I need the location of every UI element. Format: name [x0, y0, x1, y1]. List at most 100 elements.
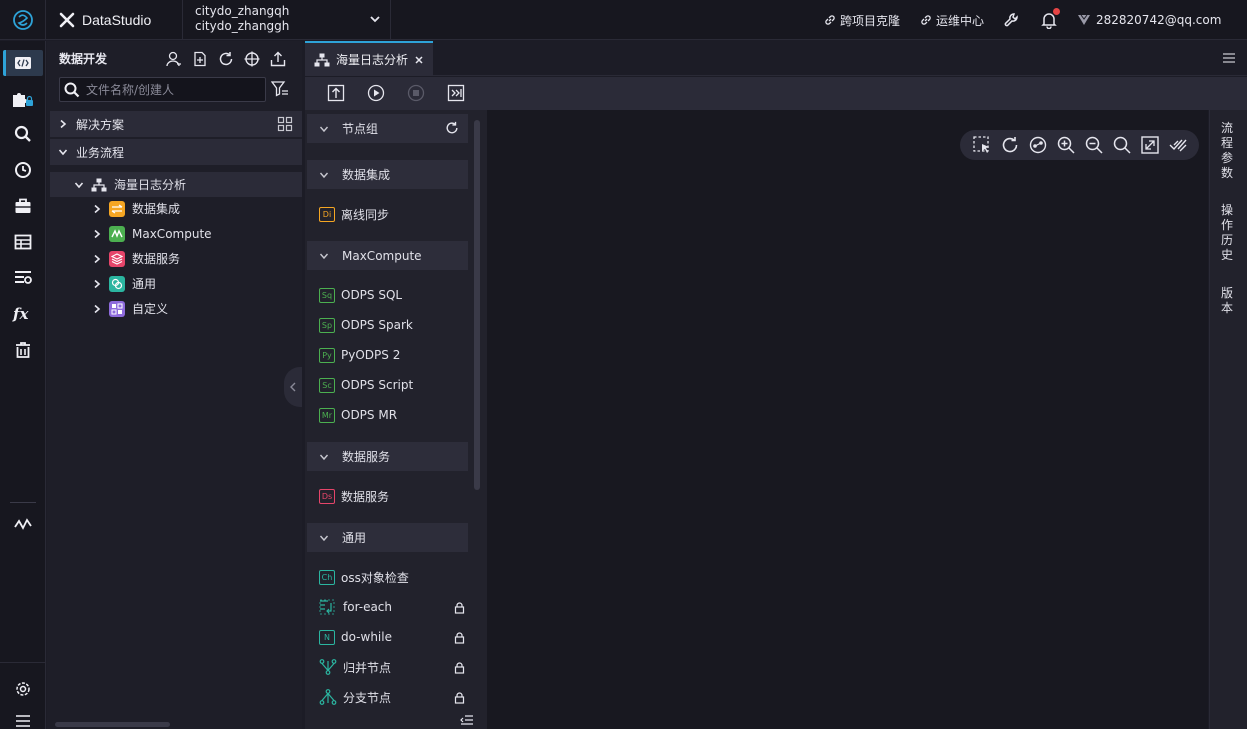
palette-section-general[interactable]: 通用	[307, 523, 468, 552]
hamburger-icon	[16, 715, 30, 727]
flow-canvas[interactable]	[487, 110, 1208, 729]
file-search-box	[59, 77, 266, 102]
tools-button[interactable]	[1003, 0, 1021, 40]
import-icon	[270, 51, 286, 67]
node-do-while[interactable]: N do-while	[319, 627, 392, 647]
palette-section-data-integration[interactable]: 数据集成	[307, 160, 468, 189]
versions-tab[interactable]: 版本	[1220, 286, 1234, 316]
zoom-out-button[interactable]	[1082, 134, 1105, 157]
notifications-button[interactable]	[1040, 0, 1058, 40]
rail-functions[interactable]: fx	[0, 298, 46, 330]
data-integration-icon	[109, 200, 125, 217]
magnifier-icon	[1113, 136, 1131, 154]
rail-search[interactable]	[0, 118, 46, 150]
zoom-reset-button[interactable]	[1110, 134, 1133, 157]
palette-scrollbar[interactable]	[474, 120, 480, 490]
rail-data-development[interactable]	[0, 47, 46, 79]
node-odps-script[interactable]: Sc ODPS Script	[319, 375, 413, 395]
rail-divider	[10, 502, 36, 503]
tree-item-general[interactable]: 通用	[50, 271, 302, 296]
group-business-flows[interactable]: 业务流程	[50, 139, 302, 165]
for-each-icon	[319, 599, 335, 615]
editor-tab-bar: 海量日志分析	[305, 41, 1247, 76]
group-solutions[interactable]: 解决方案	[50, 111, 302, 137]
rotate-button[interactable]	[998, 134, 1021, 157]
ops-center-link[interactable]: 运维中心	[920, 0, 984, 40]
chevron-down-icon	[319, 454, 329, 460]
app-brand[interactable]: DataStudio	[58, 0, 151, 40]
node-label: ODPS Spark	[341, 318, 413, 332]
rail-tables[interactable]	[0, 226, 46, 258]
tree-item-label: 通用	[132, 277, 157, 291]
rail-menu[interactable]	[0, 705, 46, 729]
rail-history[interactable]	[0, 154, 46, 186]
node-label: ODPS Script	[341, 378, 414, 392]
play-icon	[367, 84, 385, 102]
collapse-palette-icon[interactable]	[460, 714, 474, 726]
palette-node-group[interactable]: 节点组	[307, 114, 468, 143]
operation-history-tab[interactable]: 操作历史	[1220, 203, 1234, 263]
rail-tasks[interactable]	[0, 262, 46, 294]
tree-item-flow-root[interactable]: 海量日志分析	[50, 172, 302, 197]
file-search-input[interactable]	[86, 82, 256, 97]
tree-item-data-integration[interactable]: 数据集成	[50, 196, 302, 221]
node-offline-sync[interactable]: Di 离线同步	[319, 204, 389, 224]
collapse-panel-handle[interactable]	[284, 367, 302, 407]
node-for-each[interactable]: for-each	[319, 597, 392, 617]
stop-button[interactable]	[405, 82, 427, 104]
palette-section-maxcompute[interactable]: MaxCompute	[307, 241, 468, 270]
locate-button[interactable]	[242, 49, 262, 69]
node-odps-sql[interactable]: Sq ODPS SQL	[319, 285, 402, 305]
import-button[interactable]	[268, 49, 288, 69]
node-label: do-while	[341, 630, 392, 644]
tree-item-label: 自定义	[132, 302, 169, 316]
flow-params-tab[interactable]: 流程参数	[1220, 121, 1234, 181]
user-icon	[166, 51, 181, 67]
node-badge: Ds	[319, 488, 335, 504]
node-oss-check[interactable]: Ch oss对象检查	[319, 567, 409, 587]
node-data-service[interactable]: Ds 数据服务	[319, 486, 389, 506]
submit-button[interactable]	[325, 82, 347, 104]
fit-screen-button[interactable]	[1138, 134, 1161, 157]
zoom-in-button[interactable]	[1054, 134, 1077, 157]
rail-ops[interactable]	[0, 508, 46, 540]
format-button[interactable]	[1166, 134, 1189, 157]
refresh-button[interactable]	[216, 49, 236, 69]
cross-project-clone-label: 跨项目克隆	[840, 13, 901, 28]
explorer-scrollbar[interactable]	[55, 722, 170, 727]
dataworks-logo[interactable]	[0, 0, 46, 40]
new-file-button[interactable]	[190, 49, 210, 69]
node-label: ODPS MR	[341, 408, 398, 422]
rail-components[interactable]	[0, 83, 46, 115]
node-odps-mr[interactable]: Mr ODPS MR	[319, 405, 397, 425]
tab-flow[interactable]: 海量日志分析	[305, 41, 433, 76]
rail-resources[interactable]	[0, 190, 46, 222]
tree-item-custom[interactable]: 自定义	[50, 296, 302, 321]
node-merge[interactable]: 归并节点	[319, 657, 391, 677]
refresh-icon[interactable]	[445, 121, 459, 135]
tree-item-maxcompute[interactable]: MaxCompute	[50, 221, 302, 246]
rail-recycle-bin[interactable]	[0, 334, 46, 366]
auto-layout-icon	[1029, 136, 1046, 154]
node-branch[interactable]: 分支节点	[319, 687, 391, 707]
user-account-menu[interactable]: 282820742@qq.com	[1076, 0, 1221, 40]
palette-section-data-service[interactable]: 数据服务	[307, 442, 468, 471]
workspace-selector[interactable]: citydo_zhangqh citydo_zhanggh	[182, 0, 391, 40]
deploy-button[interactable]	[445, 82, 467, 104]
tree-item-data-service[interactable]: 数据服务	[50, 246, 302, 271]
my-files-button[interactable]	[164, 49, 184, 69]
node-odps-spark[interactable]: Sp ODPS Spark	[319, 315, 413, 335]
auto-layout-button[interactable]	[1026, 134, 1049, 157]
close-icon[interactable]	[414, 55, 424, 65]
rail-settings[interactable]	[0, 673, 46, 705]
grid-view-icon[interactable]	[277, 116, 293, 132]
cross-project-clone-link[interactable]: 跨项目克隆	[824, 0, 900, 40]
run-button[interactable]	[365, 82, 387, 104]
node-label: PyODPS 2	[341, 348, 401, 362]
filter-icon	[270, 81, 288, 97]
tab-menu-icon[interactable]	[1222, 52, 1236, 64]
node-pyodps[interactable]: Py PyODPS 2	[319, 345, 400, 365]
user-level-icon	[1078, 14, 1090, 25]
box-select-button[interactable]	[970, 134, 993, 157]
filter-button[interactable]	[270, 81, 289, 100]
